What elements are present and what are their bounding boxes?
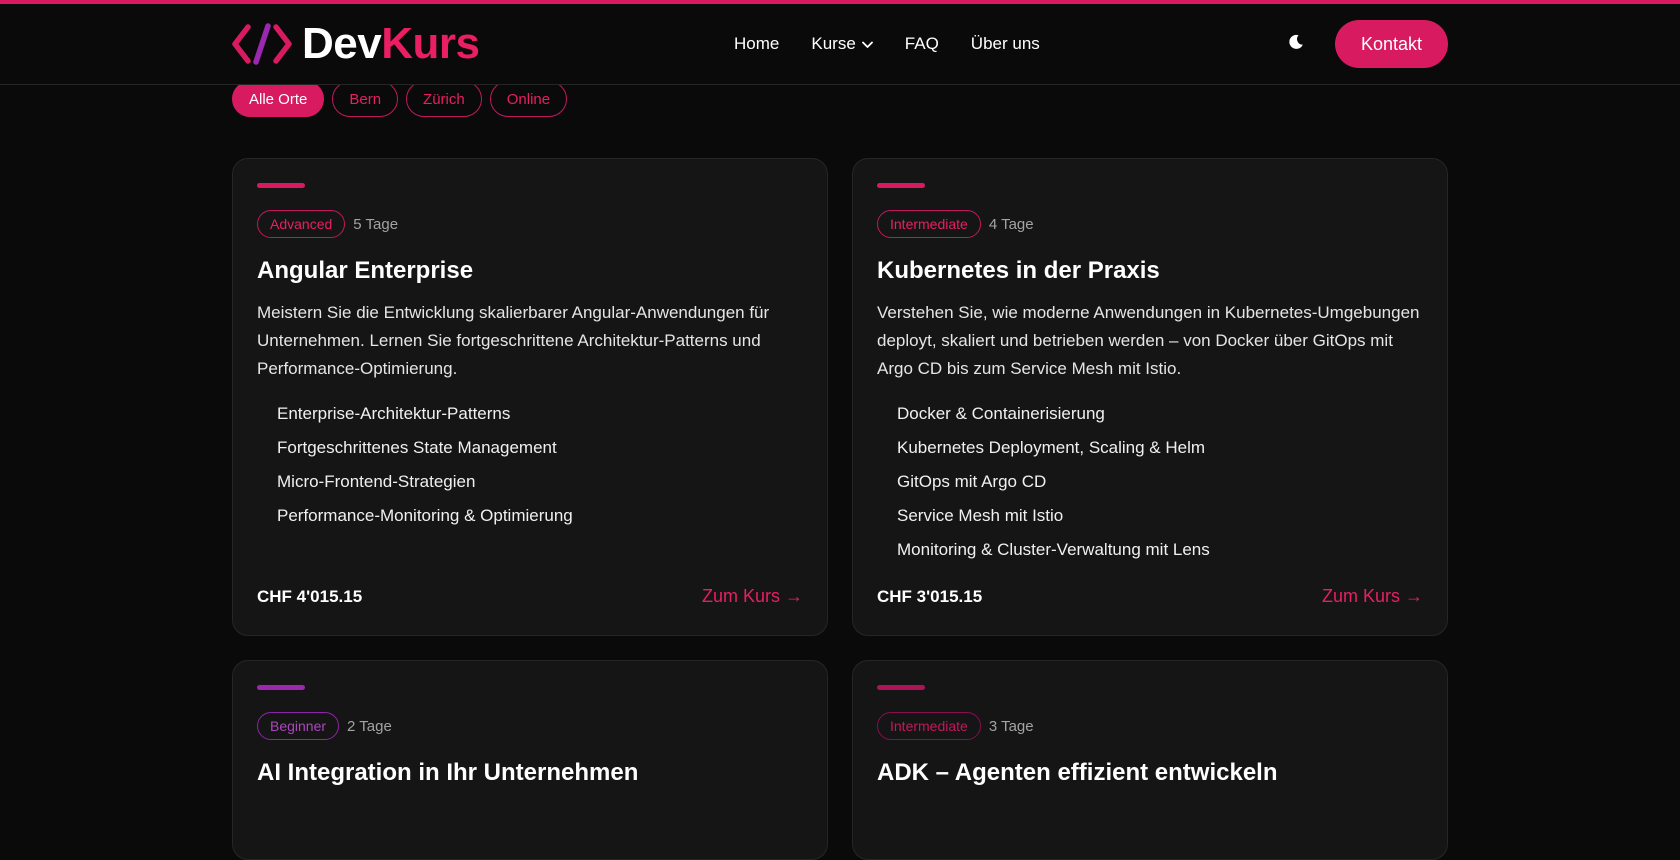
- moon-icon: [1288, 34, 1304, 55]
- course-description: Verstehen Sie, wie moderne Anwendungen i…: [877, 303, 1420, 378]
- logo-text-dev: Dev: [302, 19, 382, 68]
- course-card-angular: Advanced 5 Tage Angular Enterprise Meist…: [232, 158, 828, 636]
- nav-courses-label: Kurse: [811, 34, 856, 53]
- code-brackets-icon: [232, 22, 292, 66]
- level-badge: Beginner: [257, 712, 340, 740]
- feature-item: Fortgeschrittenes State Management: [277, 438, 557, 457]
- feature-list: Enterprise-Architektur-Patterns Fortgesc…: [257, 397, 803, 533]
- course-card-ai-integration: Beginner 2 Tage AI Integration in Ihr Un…: [232, 660, 828, 860]
- filter-all-locations[interactable]: Alle Orte: [232, 81, 325, 117]
- level-badge: Advanced: [257, 210, 346, 238]
- course-title: AI Integration in Ihr Unternehmen: [257, 759, 639, 786]
- course-meta: Advanced 5 Tage: [257, 210, 803, 238]
- duration-text: 3 Tage: [988, 717, 1034, 735]
- feature-item: Micro-Frontend-Strategien: [277, 472, 476, 491]
- course-title: Kubernetes in der Praxis: [877, 257, 1160, 284]
- logo-text-kurs: Kurs: [381, 19, 480, 68]
- card-accent-bar: [877, 685, 925, 690]
- feature-item: GitOps mit Argo CD: [897, 472, 1047, 491]
- filter-online[interactable]: Online: [489, 81, 568, 117]
- course-link[interactable]: Zum Kurs →: [1322, 586, 1423, 607]
- feature-list: Docker & Containerisierung Kubernetes De…: [877, 397, 1423, 567]
- location-filters: Alle Orte Bern Zürich Online: [232, 81, 568, 117]
- card-accent-bar: [877, 183, 925, 188]
- main-nav: Home Kurse FAQ Über uns: [734, 4, 1040, 84]
- site-header: DevKurs Home Kurse FAQ Über uns Kontakt: [0, 4, 1680, 85]
- duration-text: 5 Tage: [353, 215, 399, 233]
- course-price: CHF 4'015.15: [257, 586, 363, 606]
- feature-item: Monitoring & Cluster-Verwaltung mit Lens: [897, 540, 1210, 559]
- level-badge: Intermediate: [877, 210, 981, 238]
- nav-courses-dropdown[interactable]: Kurse: [811, 34, 873, 54]
- feature-item: Docker & Containerisierung: [897, 404, 1105, 423]
- course-price: CHF 3'015.15: [877, 586, 983, 606]
- nav-home[interactable]: Home: [734, 34, 779, 54]
- card-footer: CHF 3'015.15 Zum Kurs →: [877, 586, 1423, 607]
- theme-toggle-button[interactable]: [1284, 32, 1308, 56]
- course-link[interactable]: Zum Kurs →: [702, 586, 803, 607]
- level-badge: Intermediate: [877, 712, 981, 740]
- course-card-kubernetes: Intermediate 4 Tage Kubernetes in der Pr…: [852, 158, 1448, 636]
- feature-item: Kubernetes Deployment, Scaling & Helm: [897, 438, 1206, 457]
- course-description: Meistern Sie die Entwicklung skalierbare…: [257, 303, 770, 378]
- logo-text: DevKurs: [302, 18, 480, 70]
- course-card-adk: Intermediate 3 Tage ADK – Agenten effizi…: [852, 660, 1448, 860]
- filter-zurich[interactable]: Zürich: [406, 81, 482, 117]
- feature-item: Service Mesh mit Istio: [897, 506, 1064, 525]
- chevron-down-icon: [861, 34, 873, 54]
- feature-item: Performance-Monitoring & Optimierung: [277, 506, 573, 525]
- course-meta: Intermediate 4 Tage: [877, 210, 1423, 238]
- logo[interactable]: DevKurs: [232, 18, 480, 70]
- course-meta: Intermediate 3 Tage: [877, 712, 1423, 740]
- course-title: Angular Enterprise: [257, 257, 474, 284]
- feature-item: Enterprise-Architektur-Patterns: [277, 404, 511, 423]
- course-meta: Beginner 2 Tage: [257, 712, 803, 740]
- course-title: ADK – Agenten effizient entwickeln: [877, 759, 1278, 786]
- card-accent-bar: [257, 685, 305, 690]
- card-footer: CHF 4'015.15 Zum Kurs →: [257, 586, 803, 607]
- filter-bern[interactable]: Bern: [332, 81, 399, 117]
- nav-about[interactable]: Über uns: [971, 34, 1040, 54]
- duration-text: 2 Tage: [347, 717, 392, 735]
- duration-text: 4 Tage: [988, 215, 1034, 233]
- contact-button[interactable]: Kontakt: [1335, 20, 1448, 68]
- card-accent-bar: [257, 183, 305, 188]
- nav-faq[interactable]: FAQ: [905, 34, 939, 54]
